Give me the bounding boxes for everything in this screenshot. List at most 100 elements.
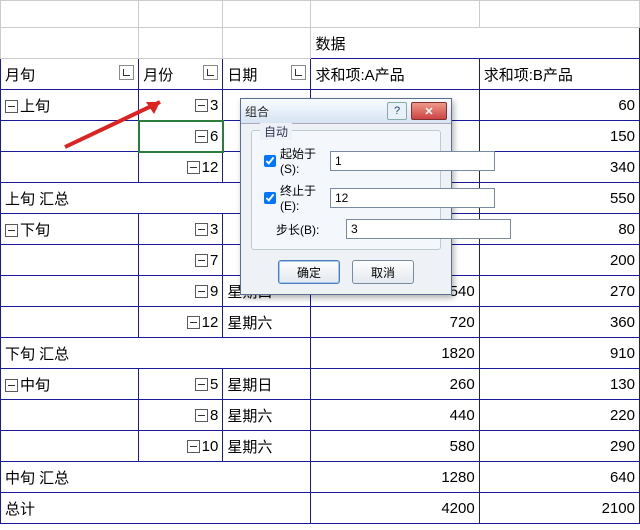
cell-month[interactable]: 12 — [139, 307, 223, 338]
cell-sum-a: 1280 — [311, 462, 479, 493]
auto-group: 自动 起始于(S): 终止于(E): 步长(B): — [251, 130, 441, 250]
cell-group[interactable]: 下旬 — [1, 214, 139, 245]
cell-sum-b: 340 — [479, 152, 639, 183]
subtotal-label: 中旬 汇总 — [1, 462, 311, 493]
cell-group[interactable] — [1, 152, 139, 183]
cell-sum-a: 1820 — [311, 338, 479, 369]
cell-sum-b: 130 — [479, 369, 639, 400]
cell-month[interactable]: 8 — [139, 400, 223, 431]
cell-month[interactable]: 7 — [139, 245, 223, 276]
start-input[interactable] — [330, 151, 495, 171]
table-row: 10星期六580290 — [1, 431, 640, 462]
cell-sum-b: 290 — [479, 431, 639, 462]
end-row: 终止于(E): — [260, 182, 432, 213]
subtotal-label: 下旬 汇总 — [1, 338, 311, 369]
dialog-titlebar[interactable]: 组合 ? ✕ — [241, 99, 451, 124]
cancel-button[interactable]: 取消 — [352, 260, 414, 284]
filter-icon[interactable] — [203, 65, 218, 80]
step-label: 步长(B): — [260, 221, 346, 238]
collapse-icon[interactable] — [5, 224, 18, 237]
table-row: 下旬 汇总1820910 — [1, 338, 640, 369]
cell-group[interactable] — [1, 400, 139, 431]
cell-sum-a: 580 — [311, 431, 479, 462]
group-label: 自动 — [260, 123, 292, 140]
dialog-title: 组合 — [245, 103, 387, 120]
cell-date: 星期六 — [223, 400, 311, 431]
spacer-row — [1, 1, 640, 28]
cell-group[interactable] — [1, 245, 139, 276]
filter-icon[interactable] — [291, 65, 306, 80]
table-row: 中旬 汇总1280640 — [1, 462, 640, 493]
cell-sum-b: 200 — [479, 245, 639, 276]
group-dialog: 组合 ? ✕ 自动 起始于(S): 终止于(E): 步长(B): 确定 取消 — [240, 98, 452, 295]
cell-group[interactable] — [1, 431, 139, 462]
table-row: 8星期六440220 — [1, 400, 640, 431]
start-checkbox[interactable] — [264, 155, 276, 167]
cell-sum-b: 910 — [479, 338, 639, 369]
cell-month[interactable]: 3 — [139, 214, 223, 245]
cell-group[interactable] — [1, 276, 139, 307]
cell-sum-b: 360 — [479, 307, 639, 338]
cell-sum-b: 150 — [479, 121, 639, 152]
collapse-icon[interactable] — [187, 440, 200, 453]
start-label[interactable]: 起始于(S): — [260, 145, 330, 176]
cell-sum-a: 440 — [311, 400, 479, 431]
cell-sum-b: 60 — [479, 90, 639, 121]
collapse-icon[interactable] — [187, 316, 200, 329]
cell-sum-a: 260 — [311, 369, 479, 400]
dialog-body: 自动 起始于(S): 终止于(E): 步长(B): 确定 取消 — [241, 124, 451, 294]
cell-sum-b: 2100 — [479, 493, 639, 524]
end-input[interactable] — [330, 188, 495, 208]
cell-sum-b: 270 — [479, 276, 639, 307]
collapse-icon[interactable] — [195, 254, 208, 267]
cell-month[interactable]: 9 — [139, 276, 223, 307]
ok-button[interactable]: 确定 — [278, 260, 340, 284]
collapse-icon[interactable] — [187, 161, 200, 174]
start-row: 起始于(S): — [260, 145, 432, 176]
cell-date: 星期日 — [223, 369, 311, 400]
collapse-icon[interactable] — [5, 100, 18, 113]
collapse-icon[interactable] — [195, 99, 208, 112]
col-header-e: 求和项:B产品 — [479, 59, 639, 90]
end-checkbox[interactable] — [264, 192, 276, 204]
cell-date: 星期六 — [223, 307, 311, 338]
close-button[interactable]: ✕ — [411, 102, 447, 120]
cell-month[interactable]: 5 — [139, 369, 223, 400]
col-header-c[interactable]: 日期 — [223, 59, 311, 90]
cell-month[interactable]: 10 — [139, 431, 223, 462]
subtotal-label: 总计 — [1, 493, 311, 524]
cell-group[interactable]: 上旬 — [1, 90, 139, 121]
table-row: 中旬5星期日260130 — [1, 369, 640, 400]
cell-sum-b: 640 — [479, 462, 639, 493]
cell-group[interactable] — [1, 307, 139, 338]
end-label[interactable]: 终止于(E): — [260, 182, 330, 213]
column-header-row: 月旬 月份 日期 求和项:A产品 求和项:B产品 — [1, 59, 640, 90]
collapse-icon[interactable] — [195, 409, 208, 422]
dialog-buttons: 确定 取消 — [251, 260, 441, 284]
cell-month[interactable]: 6 — [139, 121, 223, 152]
filter-icon[interactable] — [119, 65, 134, 80]
table-row: 12星期六720360 — [1, 307, 640, 338]
cell-sum-a: 4200 — [311, 493, 479, 524]
col-header-d: 求和项:A产品 — [311, 59, 479, 90]
collapse-icon[interactable] — [195, 378, 208, 391]
collapse-icon[interactable] — [5, 379, 18, 392]
cell-date: 星期六 — [223, 431, 311, 462]
cell-month[interactable]: 3 — [139, 90, 223, 121]
step-input[interactable] — [346, 219, 511, 239]
collapse-icon[interactable] — [195, 285, 208, 298]
cell-sum-a: 720 — [311, 307, 479, 338]
step-row: 步长(B): — [260, 219, 432, 239]
spreadsheet-viewport: 数据 月旬 月份 日期 求和项:A产品 求和项:B产品 上旬3606150123… — [0, 0, 640, 530]
collapse-icon[interactable] — [195, 223, 208, 236]
collapse-icon[interactable] — [195, 130, 208, 143]
cell-group[interactable]: 中旬 — [1, 369, 139, 400]
col-header-a[interactable]: 月旬 — [1, 59, 139, 90]
cell-month[interactable]: 12 — [139, 152, 223, 183]
cell-group[interactable] — [1, 121, 139, 152]
col-header-b[interactable]: 月份 — [139, 59, 223, 90]
table-row: 总计42002100 — [1, 493, 640, 524]
cell-sum-b: 550 — [479, 183, 639, 214]
data-header: 数据 — [311, 28, 640, 59]
help-button[interactable]: ? — [387, 102, 407, 120]
